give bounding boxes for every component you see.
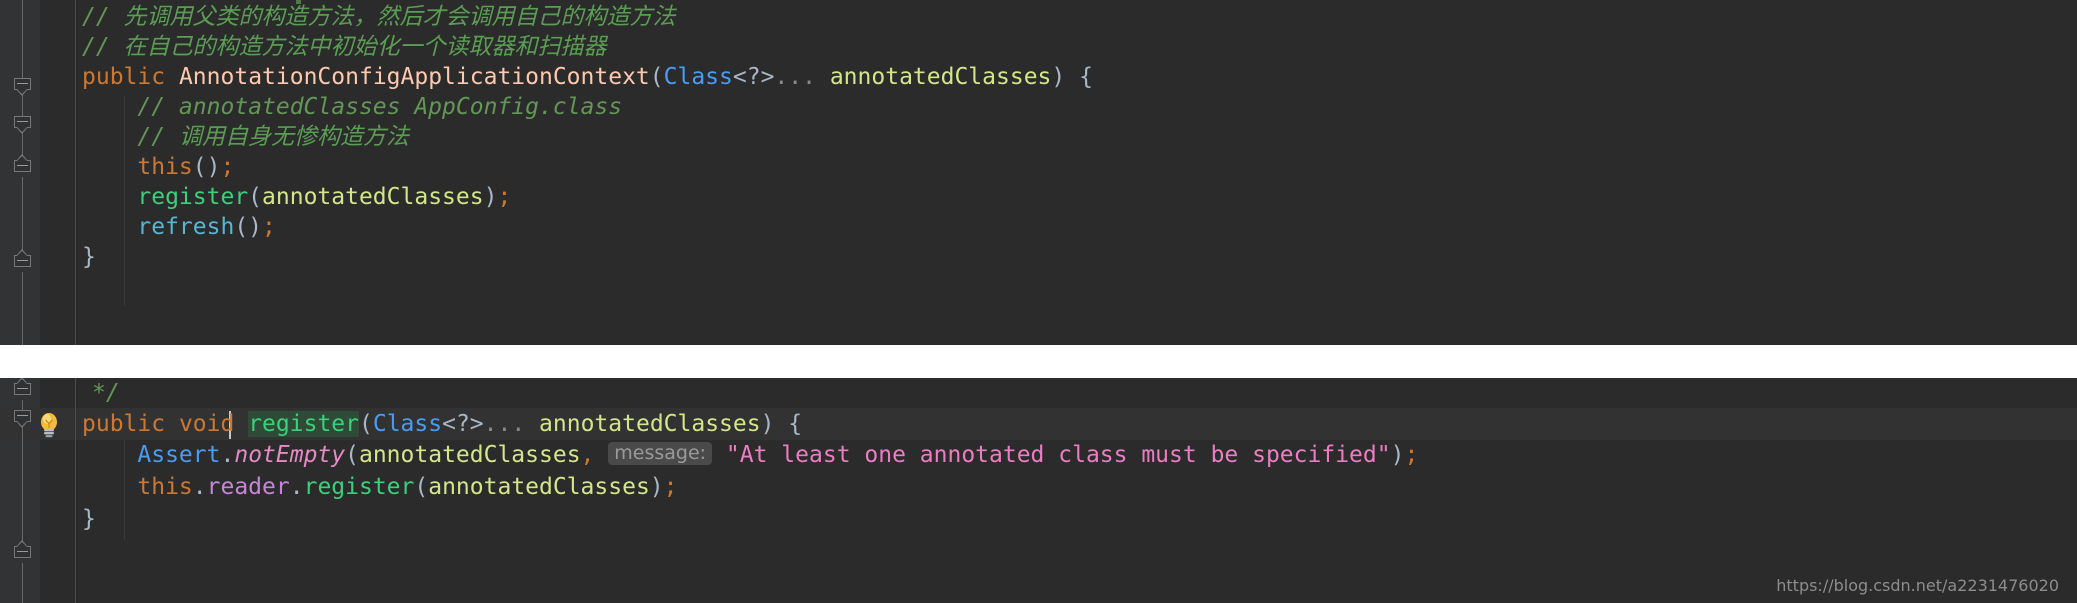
code-token-plain: .: [220, 442, 235, 468]
code-token-plain: }: [82, 244, 96, 270]
code-line: // 调用自身无惨构造方法: [0, 122, 2077, 152]
code-line: register(annotatedClasses);: [0, 182, 2077, 212]
code-token-inlay-hint: message:: [608, 442, 713, 465]
screenshot-seam: [0, 345, 2077, 378]
code-token-method-selected: register: [248, 411, 359, 437]
code-token-class: Class: [372, 411, 443, 437]
code-token-class: Assert: [137, 442, 221, 468]
code-token-plain: ): [1390, 442, 1405, 468]
code-token-comment: // annotatedClasses AppConfig.class: [137, 94, 623, 120]
code-token-param: annotatedClasses: [428, 474, 650, 500]
code-token-param: annotatedClasses: [358, 442, 581, 468]
code-line: public AnnotationConfigApplicationContex…: [0, 62, 2077, 92]
code-text-top[interactable]: // 先调用父类的构造方法，然后才会调用自己的构造方法 // 在自己的构造方法中…: [0, 0, 2077, 345]
editor-pane-top: // 先调用父类的构造方法，然后才会调用自己的构造方法 // 在自己的构造方法中…: [0, 0, 2077, 345]
code-token-plain: ): [483, 184, 498, 210]
code-token-ellipsis: ...: [774, 64, 816, 90]
code-token-semicolon: ;: [497, 184, 512, 210]
code-token-comment: //: [82, 4, 124, 30]
code-line: // 先调用父类的构造方法，然后才会调用自己的构造方法: [0, 2, 2077, 32]
code-token-keyword: public: [82, 411, 166, 437]
code-token-plain: <?>: [732, 64, 775, 90]
code-token-param: annotatedClasses: [262, 184, 484, 210]
code-token-plain: (: [358, 411, 373, 437]
code-token-plain: (: [345, 442, 359, 468]
code-token-plain: (): [192, 154, 221, 180]
code-token-comment: //: [137, 124, 179, 150]
code-editor-screenshot: // 先调用父类的构造方法，然后才会调用自己的构造方法 // 在自己的构造方法中…: [0, 0, 2077, 603]
code-line: }: [0, 504, 2077, 534]
code-token-plain: (: [649, 64, 664, 90]
code-token-keyword: public: [82, 64, 166, 90]
code-line: public void register(Class<?>... annotat…: [0, 409, 2077, 439]
code-line: Assert.notEmpty(annotatedClasses, messag…: [0, 440, 2077, 470]
code-token-param: annotatedClasses: [829, 64, 1052, 90]
code-token-method-alt: refresh: [137, 214, 235, 240]
code-line: this();: [0, 152, 2077, 182]
code-token-comment-cjk: 调用自身无惨构造方法: [178, 124, 409, 150]
code-token-semicolon: ,: [580, 442, 595, 468]
code-token-plain: .: [289, 474, 304, 500]
code-token-plain: }: [82, 506, 96, 532]
code-token-keyword: this: [137, 474, 193, 500]
editor-pane-bottom: */ public void register(Class<?>... anno…: [0, 378, 2077, 603]
code-token-comment: //: [82, 34, 124, 60]
watermark-url: https://blog.csdn.net/a2231476020: [1776, 576, 2059, 595]
code-token-plain: ) {: [1051, 64, 1093, 90]
code-token-plain: ): [649, 474, 664, 500]
code-line: // 在自己的构造方法中初始化一个读取器和扫描器: [0, 32, 2077, 62]
code-token-semicolon: ;: [262, 214, 276, 240]
code-token-semicolon: ;: [220, 154, 235, 180]
code-token-plain: <?>: [442, 411, 484, 437]
code-token-plain: ) {: [760, 411, 803, 437]
code-token-comment-cjk: 先调用父类的构造方法，然后才会调用自己的构造方法: [123, 4, 676, 30]
code-token-plain: .: [192, 474, 207, 500]
code-token-ellipsis: ...: [483, 411, 526, 437]
code-text-bottom[interactable]: */ public void register(Class<?>... anno…: [0, 378, 2077, 603]
code-line: */: [0, 378, 2077, 408]
code-token-keyword: void: [178, 411, 235, 437]
code-line: }: [0, 242, 2077, 272]
code-token-semicolon: ;: [1404, 442, 1419, 468]
code-token-method: register: [303, 474, 415, 500]
code-token-type: AnnotationConfigApplicationContext: [178, 64, 650, 90]
code-token-comment: */: [92, 380, 120, 406]
code-line: // annotatedClasses AppConfig.class: [0, 92, 2077, 122]
code-token-param: annotatedClasses: [539, 411, 761, 437]
code-token-class: Class: [663, 64, 733, 90]
code-token-comment-cjk: 在自己的构造方法中初始化一个读取器和扫描器: [123, 34, 607, 60]
code-token-plain: (: [414, 474, 429, 500]
code-token-method: register: [137, 184, 249, 210]
code-token-static-method: notEmpty: [234, 442, 346, 468]
code-token-semicolon: ;: [663, 474, 678, 500]
code-token-plain: (): [234, 214, 263, 240]
code-token-plain: (: [248, 184, 263, 210]
code-line: this.reader.register(annotatedClasses);: [0, 472, 2077, 502]
code-token-field: reader: [206, 474, 290, 500]
code-token-keyword: this: [137, 154, 193, 180]
code-line: refresh();: [0, 212, 2077, 242]
code-token-string: "At least one annotated class must be sp…: [725, 442, 1391, 468]
